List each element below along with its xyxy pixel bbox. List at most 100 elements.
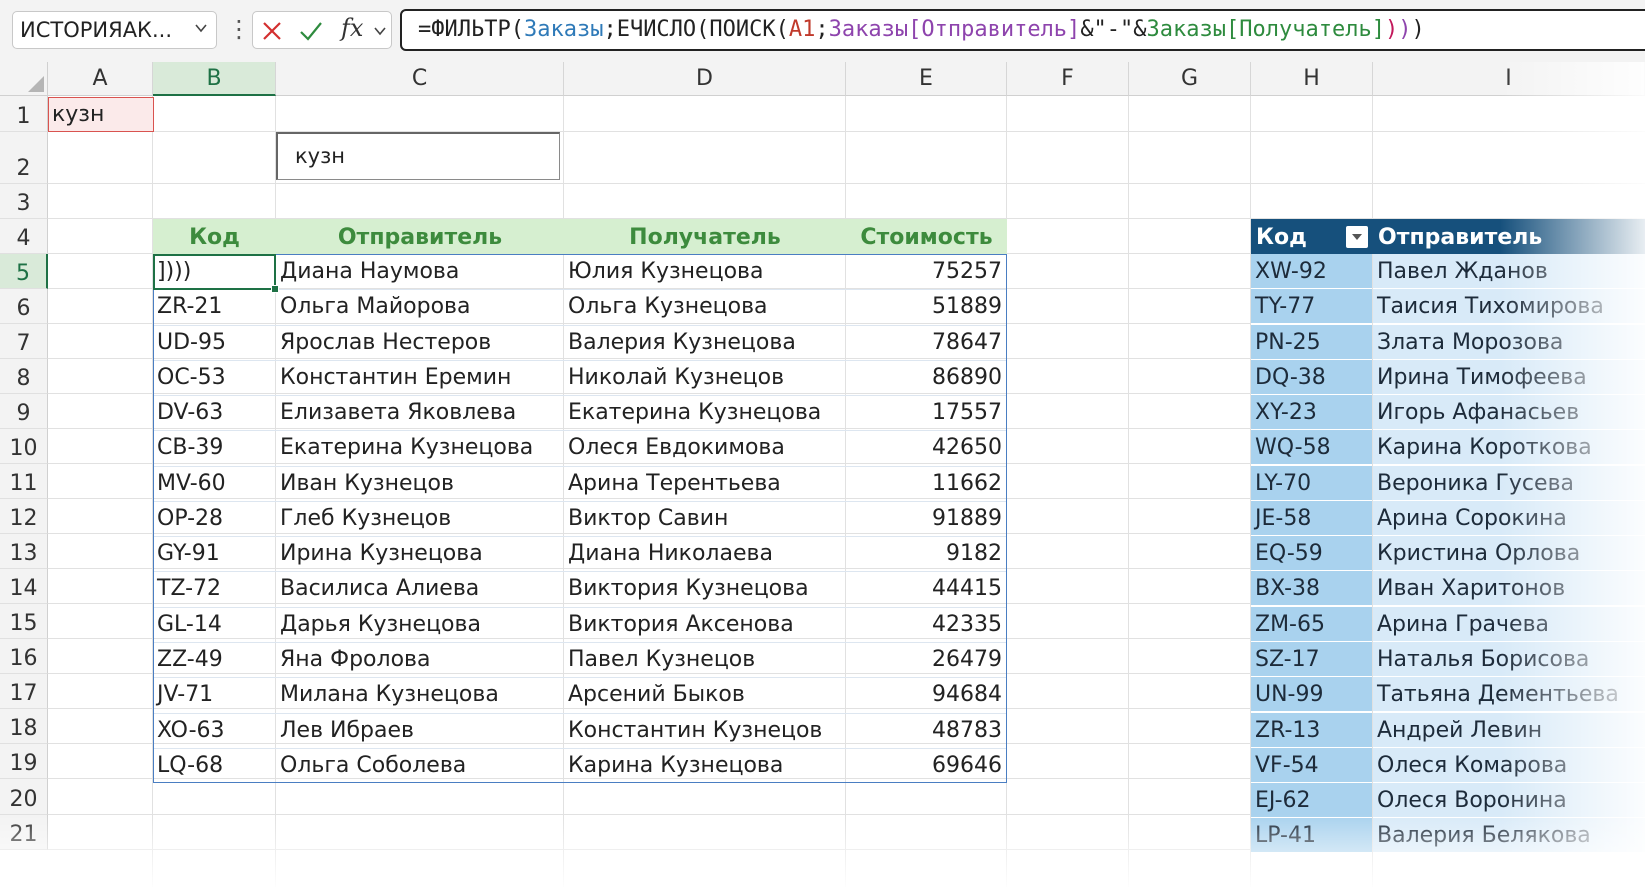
row-header-9[interactable]: 9 — [0, 394, 48, 429]
row-header-21[interactable]: 21 — [0, 815, 48, 850]
orders-cell-code[interactable]: PN-25 — [1251, 324, 1372, 360]
active-cell-b5[interactable] — [153, 254, 279, 293]
row-header-4[interactable]: 4 — [0, 219, 48, 254]
column-header-b[interactable]: B — [153, 62, 276, 96]
select-all-corner[interactable] — [0, 62, 48, 96]
orders-cell-code[interactable]: XY-23 — [1251, 395, 1372, 431]
row-header-2[interactable]: 2 — [0, 132, 48, 184]
row-header-11[interactable]: 11 — [0, 464, 48, 499]
column-header-e[interactable]: E — [846, 62, 1007, 96]
formula-token: ) — [1398, 17, 1412, 42]
orders-header-sender[interactable]: Отправитель — [1373, 219, 1645, 254]
orders-cell-code[interactable]: TY-77 — [1251, 289, 1372, 325]
row-header-14[interactable]: 14 — [0, 569, 48, 604]
formula-token: =ФИЛЬТР( — [418, 17, 524, 42]
column-header-a[interactable]: A — [48, 62, 153, 96]
chevron-down-icon[interactable] — [194, 21, 208, 35]
orders-cell-code[interactable]: SZ-17 — [1251, 641, 1372, 677]
row-header-12[interactable]: 12 — [0, 499, 48, 534]
row-header-8[interactable]: 8 — [0, 359, 48, 394]
formula-token: Заказы[Получатель] — [1146, 17, 1385, 42]
insert-function-icon[interactable]: fx — [341, 14, 363, 42]
header-code: Код — [189, 225, 240, 250]
orders-cell-sender[interactable]: Кристина Орлова — [1373, 536, 1645, 572]
orders-cell-code[interactable]: ZM-65 — [1251, 606, 1372, 642]
orders-cell-sender[interactable]: Арина Грачева — [1373, 606, 1645, 642]
orders-cell-code[interactable]: DQ-38 — [1251, 359, 1372, 395]
row-header-13[interactable]: 13 — [0, 534, 48, 569]
row-header-10[interactable]: 10 — [0, 429, 48, 464]
formula-token: ; — [815, 17, 829, 42]
orders-cell-sender[interactable]: Таисия Тихомирова — [1373, 289, 1645, 325]
orders-cell-sender[interactable]: Олеся Воронина — [1373, 783, 1645, 819]
header-cost: Стоимость — [860, 225, 993, 250]
orders-cell-sender[interactable]: Татьяна Дементьева — [1373, 677, 1645, 713]
orders-cell-sender[interactable]: Вероника Гусева — [1373, 465, 1645, 501]
orders-cell-sender[interactable]: Андрей Левин — [1373, 712, 1645, 748]
formula-bar: ИСТОРИЯАК... ⋮ fx =ФИЛЬТР(Заказы;ЕЧИСЛО(… — [0, 0, 1645, 62]
orders-cell-code[interactable]: WQ-58 — [1251, 430, 1372, 466]
orders-cell-sender[interactable]: Арина Сорокина — [1373, 500, 1645, 536]
orders-cell-code[interactable]: VF-54 — [1251, 747, 1372, 783]
formula-input[interactable]: =ФИЛЬТР(Заказы;ЕЧИСЛО(ПОИСК(A1;Заказы[От… — [400, 9, 1645, 51]
row-header-1[interactable]: 1 — [0, 96, 48, 132]
column-header-d[interactable]: D — [564, 62, 846, 96]
result-table-border — [153, 254, 1007, 783]
gridline — [1128, 96, 1129, 887]
more-options-icon[interactable]: ⋮ — [227, 16, 251, 42]
formula-token: Заказы[Отправитель] — [828, 17, 1081, 42]
column-header-f[interactable]: F — [1007, 62, 1129, 96]
header-sender: Отправитель — [337, 225, 503, 250]
column-header-h[interactable]: H — [1251, 62, 1373, 96]
row-header-19[interactable]: 19 — [0, 744, 48, 779]
orders-cell-code[interactable]: EQ-59 — [1251, 536, 1372, 572]
column-header-c[interactable]: C — [276, 62, 564, 96]
formula-token: ) — [1384, 17, 1399, 42]
row-header-18[interactable]: 18 — [0, 709, 48, 744]
orders-cell-code[interactable]: BX-38 — [1251, 571, 1372, 607]
formula-buttons: fx — [252, 11, 392, 49]
orders-cell-sender[interactable]: Наталья Борисова — [1373, 641, 1645, 677]
orders-cell-sender[interactable]: Карина Короткова — [1373, 430, 1645, 466]
column-header-i[interactable]: I — [1373, 62, 1645, 96]
column-header-g[interactable]: G — [1129, 62, 1251, 96]
orders-cell-code[interactable]: UN-99 — [1251, 677, 1372, 713]
row-header-16[interactable]: 16 — [0, 639, 48, 674]
row-header-7[interactable]: 7 — [0, 324, 48, 359]
row-header-3[interactable]: 3 — [0, 184, 48, 219]
orders-cell-sender[interactable]: Валерия Белякова — [1373, 818, 1645, 854]
orders-cell-code[interactable]: LY-70 — [1251, 465, 1372, 501]
enter-check-icon[interactable] — [299, 20, 323, 42]
orders-cell-sender[interactable]: Олеся Комарова — [1373, 747, 1645, 783]
orders-cell-code[interactable]: EJ-62 — [1251, 783, 1372, 819]
cell-a1[interactable]: кузн — [48, 97, 154, 132]
orders-cell-sender[interactable]: Злата Морозова — [1373, 324, 1645, 360]
orders-cell-code[interactable]: ZR-13 — [1251, 712, 1372, 748]
row-header-17[interactable]: 17 — [0, 674, 48, 709]
row-header-6[interactable]: 6 — [0, 289, 48, 324]
row-header-20[interactable]: 20 — [0, 779, 48, 815]
formula-token: &"-"& — [1080, 17, 1147, 42]
orders-cell-code[interactable]: JE-58 — [1251, 500, 1372, 536]
cancel-icon[interactable] — [261, 20, 283, 42]
orders-header-code-label: Код — [1256, 225, 1307, 250]
gridline — [48, 183, 1645, 184]
orders-cell-sender[interactable]: Павел Жданов — [1373, 254, 1645, 289]
name-box[interactable]: ИСТОРИЯАК... — [12, 11, 217, 49]
orders-cell-sender[interactable]: Иван Харитонов — [1373, 571, 1645, 607]
search-textbox[interactable]: кузн — [276, 132, 560, 180]
row-header-5[interactable]: 5 — [0, 254, 48, 289]
orders-cell-sender[interactable]: Игорь Афанасьев — [1373, 395, 1645, 431]
orders-cell-sender[interactable]: Ирина Тимофеева — [1373, 359, 1645, 395]
row-header-15[interactable]: 15 — [0, 604, 48, 639]
orders-cell-code[interactable]: LP-41 — [1251, 818, 1372, 854]
formula-token: ) — [1411, 17, 1425, 42]
formula-token: ;ЕЧИСЛО(ПОИСК( — [603, 17, 789, 42]
filter-dropdown-icon[interactable] — [1346, 226, 1368, 248]
header-recipient: Получатель — [629, 225, 781, 250]
formula-token: A1 — [788, 17, 816, 42]
formula-token: Заказы — [523, 17, 604, 42]
orders-cell-code[interactable]: XW-92 — [1251, 254, 1372, 289]
chevron-down-icon[interactable] — [373, 24, 387, 38]
name-box-value: ИСТОРИЯАК... — [20, 18, 172, 42]
